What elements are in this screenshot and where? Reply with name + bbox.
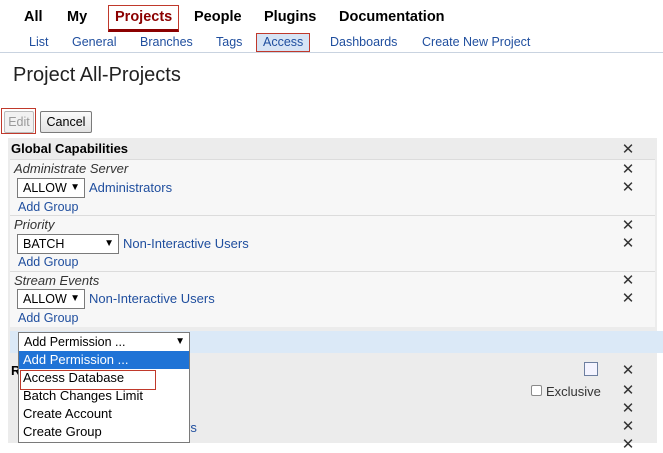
subnav-branches[interactable]: Branches: [134, 33, 199, 51]
close-icon[interactable]: ✕: [621, 383, 635, 398]
subnav-create-new-project[interactable]: Create New Project: [416, 33, 536, 51]
close-icon[interactable]: ✕: [621, 180, 635, 195]
cancel-button[interactable]: Cancel: [40, 111, 92, 133]
action-select[interactable]: ALLOW ▼: [17, 178, 85, 198]
exclusive-label: Exclusive: [546, 384, 601, 399]
close-icon[interactable]: ✕: [621, 273, 635, 288]
group-link-non-interactive-users[interactable]: Non-Interactive Users: [123, 236, 249, 251]
top-nav: All My Projects People Plugins Documenta…: [0, 0, 663, 32]
exclusive-checkbox[interactable]: [531, 385, 542, 396]
chevron-down-icon: ▼: [70, 293, 80, 304]
chevron-down-icon: ▼: [175, 336, 185, 347]
global-capabilities-title: Global Capabilities: [11, 141, 129, 156]
nav-documentation[interactable]: Documentation: [333, 6, 451, 32]
subnav-access[interactable]: Access: [256, 33, 311, 52]
action-select[interactable]: ALLOW ▼: [17, 289, 85, 309]
action-select-value: ALLOW: [23, 181, 67, 195]
close-icon[interactable]: ✕: [621, 401, 635, 416]
nav-people[interactable]: People: [188, 6, 248, 32]
group-link-non-interactive-users[interactable]: Non-Interactive Users: [89, 291, 215, 306]
subnav-general[interactable]: General: [66, 33, 122, 51]
add-permission-select-value: Add Permission ...: [24, 335, 126, 349]
dropdown-option[interactable]: Create Group: [19, 423, 189, 441]
chevron-down-icon: ▼: [70, 182, 80, 193]
access-database-highlight: [20, 370, 156, 390]
nav-plugins[interactable]: Plugins: [258, 6, 322, 32]
nav-my[interactable]: My: [61, 6, 93, 32]
group-link-administrators[interactable]: Administrators: [89, 180, 172, 195]
capability-name: Priority: [14, 217, 55, 232]
subnav-dashboards[interactable]: Dashboards: [324, 33, 403, 51]
close-icon[interactable]: ✕: [621, 236, 635, 251]
close-icon[interactable]: ✕: [621, 363, 635, 378]
capability-name: Administrate Server: [14, 161, 129, 176]
page-title: Project All-Projects: [13, 64, 181, 86]
sub-nav: List General Branches Tags Access Dashbo…: [0, 31, 663, 53]
nav-all[interactable]: All: [18, 6, 49, 32]
close-icon[interactable]: ✕: [621, 142, 635, 157]
nav-projects[interactable]: Projects: [108, 5, 180, 32]
add-group-link[interactable]: Add Group: [18, 200, 78, 214]
chevron-down-icon: ▼: [104, 238, 114, 249]
close-icon[interactable]: ✕: [621, 291, 635, 306]
action-select[interactable]: BATCH ▼: [17, 234, 119, 254]
add-group-link[interactable]: Add Group: [18, 311, 78, 325]
subnav-list[interactable]: List: [23, 33, 54, 51]
add-permission-select[interactable]: Add Permission ... ▼: [18, 332, 190, 352]
close-icon[interactable]: ✕: [621, 218, 635, 233]
close-icon[interactable]: ✕: [621, 419, 635, 434]
subnav-tags[interactable]: Tags: [210, 33, 248, 51]
action-select-value: ALLOW: [23, 292, 67, 306]
close-icon[interactable]: ✕: [621, 437, 635, 452]
capability-name: Stream Events: [14, 273, 100, 288]
action-select-value: BATCH: [23, 237, 65, 251]
dropdown-option[interactable]: Add Permission ...: [19, 351, 189, 369]
close-icon[interactable]: ✕: [621, 162, 635, 177]
dropdown-option[interactable]: Create Account: [19, 405, 189, 423]
add-permission-dropdown: Add Permission ... Access Database Batch…: [18, 351, 190, 443]
pencil-icon[interactable]: [584, 362, 598, 376]
edit-button[interactable]: Edit: [4, 111, 34, 133]
add-group-link[interactable]: Add Group: [18, 255, 78, 269]
